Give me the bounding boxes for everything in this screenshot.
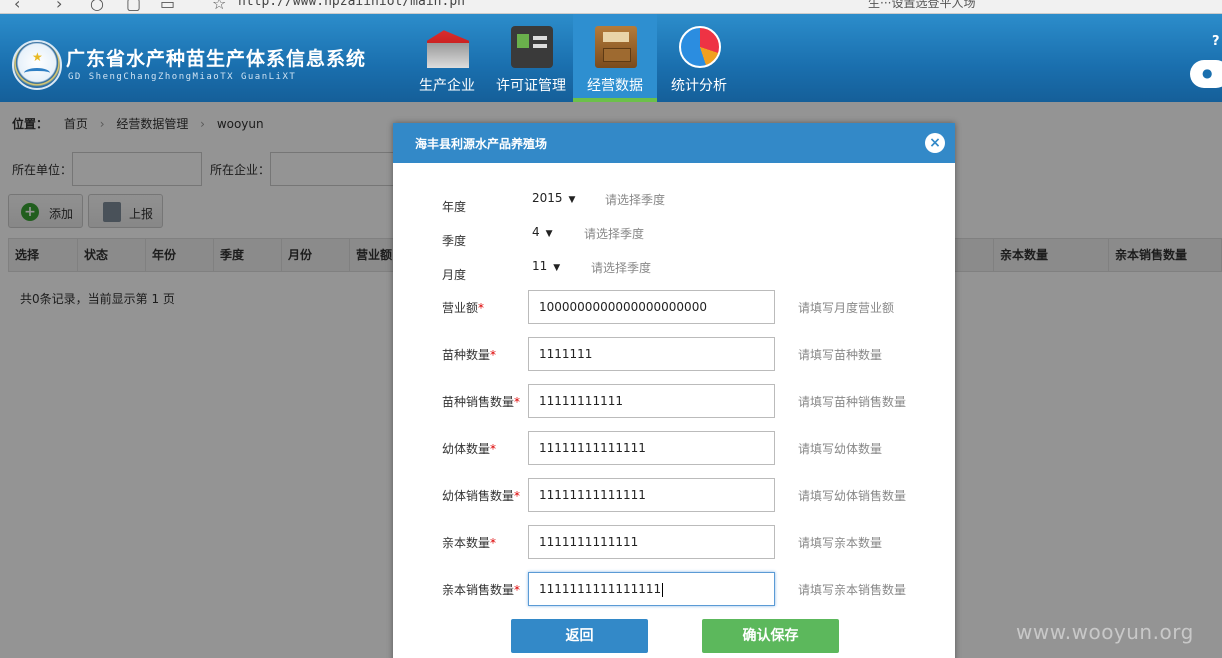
larva-count-input[interactable]: 11111111111111 (528, 431, 775, 465)
search-box[interactable]: 生···设置选登平人场 (868, 0, 975, 11)
broodstock-count-hint: 请填写亲本数量 (798, 536, 883, 550)
dialog-header: 海丰县利源水产品养殖场 × (393, 123, 955, 163)
quarter-label: 季度 (442, 234, 467, 248)
text-cursor (662, 582, 664, 597)
larva-count-label: 幼体数量* (442, 442, 497, 456)
help-icon[interactable]: ? (1212, 34, 1220, 49)
user-menu-button[interactable]: ● (1190, 60, 1222, 88)
home-icon[interactable]: ▢ (126, 0, 141, 13)
factory-icon (427, 30, 469, 68)
month-label: 月度 (442, 268, 467, 282)
nav-production-enterprise[interactable]: 生产企业 (405, 14, 489, 102)
larva-sales-input[interactable]: 11111111111111 (528, 478, 775, 512)
year-label: 年度 (442, 200, 467, 214)
nav-license-management[interactable]: 许可证管理 (489, 14, 573, 102)
pie-chart-icon (679, 26, 721, 68)
larva-count-hint: 请填写幼体数量 (798, 442, 883, 456)
month-select[interactable]: 11 ▼ (532, 259, 560, 273)
nav-operating-data[interactable]: 经营数据 (573, 14, 657, 102)
seedling-sales-input[interactable]: 11111111111 (528, 384, 775, 418)
revenue-input[interactable]: 1000000000000000000000 (528, 290, 775, 324)
close-icon[interactable]: × (925, 133, 945, 153)
seedling-sales-hint: 请填写苗种销售数量 (798, 395, 907, 409)
dropdown-arrow-icon: ▼ (553, 263, 561, 273)
address-bar[interactable]: http://www.hpzaiiniot/main.ph (238, 0, 465, 9)
dropdown-arrow-icon: ▼ (545, 229, 553, 239)
broodstock-count-label: 亲本数量* (442, 536, 497, 550)
system-subtitle: GD ShengChangZhongMiaoTX GuanLiXT (68, 72, 297, 82)
seedling-count-label: 苗种数量* (442, 348, 497, 362)
seedling-count-hint: 请填写苗种数量 (798, 348, 883, 362)
larva-sales-label: 幼体销售数量* (442, 489, 521, 503)
star-icon[interactable]: ☆ (212, 0, 226, 13)
year-select[interactable]: 2015 ▼ (532, 191, 575, 205)
quarter-hint: 请选择季度 (584, 227, 645, 241)
broodstock-sales-label: 亲本销售数量* (442, 583, 521, 597)
confirm-save-button[interactable]: 确认保存 (702, 619, 839, 653)
reload-icon[interactable]: ○ (90, 0, 104, 13)
license-icon (511, 26, 553, 68)
nav-label: 经营数据 (587, 78, 643, 94)
forward-arrow-icon[interactable]: › (56, 0, 62, 13)
month-hint: 请选择季度 (591, 261, 652, 275)
revenue-hint: 请填写月度营业额 (798, 301, 895, 315)
browser-toolbar: ‹ › ○ ▢ ▭ ☆ http://www.hpzaiiniot/main.p… (0, 0, 1222, 14)
logo: ★ (12, 40, 62, 90)
nav-statistics[interactable]: 统计分析 (657, 14, 741, 102)
bookmark-icon[interactable]: ▭ (160, 0, 175, 13)
seedling-count-input[interactable]: 1111111 (528, 337, 775, 371)
nav-label: 许可证管理 (496, 78, 566, 94)
nav-label: 生产企业 (419, 78, 475, 94)
system-title: 广东省水产种苗生产体系信息系统 (66, 48, 367, 70)
nav-label: 统计分析 (671, 78, 727, 94)
broodstock-sales-input[interactable]: 1111111111111111 (528, 572, 775, 606)
back-arrow-icon[interactable]: ‹ (14, 0, 20, 13)
broodstock-count-input[interactable]: 1111111111111 (528, 525, 775, 559)
cabinet-icon (595, 26, 637, 68)
seedling-sales-label: 苗种销售数量* (442, 395, 521, 409)
quarter-select[interactable]: 4 ▼ (532, 225, 553, 239)
revenue-label: 营业额* (442, 301, 485, 315)
watermark: www.wooyun.org (1016, 620, 1194, 644)
back-button[interactable]: 返回 (511, 619, 648, 653)
app-header: ★ 广东省水产种苗生产体系信息系统 GD ShengChangZhongMiao… (0, 14, 1222, 102)
broodstock-sales-hint: 请填写亲本销售数量 (798, 583, 907, 597)
dropdown-arrow-icon: ▼ (568, 195, 576, 205)
dialog-title: 海丰县利源水产品养殖场 (415, 137, 548, 151)
larva-sales-hint: 请填写幼体销售数量 (798, 489, 907, 503)
data-entry-dialog: 海丰县利源水产品养殖场 × 年度 2015 ▼ 请选择季度 季度 4 ▼ 请选择季度… (393, 123, 955, 658)
main-nav: 生产企业 许可证管理 经营数据 统计分析 (405, 14, 741, 102)
year-hint: 请选择季度 (605, 193, 666, 207)
user-icon: ● (1202, 66, 1213, 80)
